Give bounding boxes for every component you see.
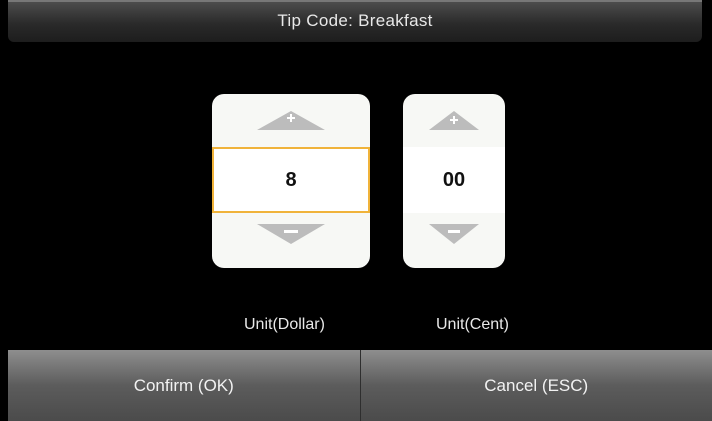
plus-up-arrow-icon [257, 111, 325, 130]
dollar-increment-button[interactable] [212, 94, 370, 146]
confirm-button[interactable]: Confirm (OK) [8, 350, 361, 421]
dollar-unit-label: Unit(Dollar) [244, 316, 325, 333]
dollar-decrement-button[interactable] [212, 216, 370, 268]
page-title: Tip Code: Breakfast [277, 11, 433, 30]
cent-unit-label: Unit(Cent) [436, 316, 509, 333]
footer-bar: Confirm (OK) Cancel (ESC) [8, 350, 712, 421]
cent-value[interactable]: 00 [403, 147, 505, 213]
dollar-value[interactable]: 8 [212, 147, 370, 213]
cancel-button[interactable]: Cancel (ESC) [360, 350, 712, 421]
dollar-spinner: 8 [212, 94, 370, 268]
cent-decrement-button[interactable] [403, 216, 505, 268]
cent-increment-button[interactable] [403, 94, 505, 146]
plus-up-arrow-icon [429, 111, 479, 130]
cent-spinner: 00 [403, 94, 505, 268]
minus-down-arrow-icon [429, 224, 479, 244]
minus-down-arrow-icon [257, 224, 325, 244]
title-bar: Tip Code: Breakfast [8, 0, 702, 42]
